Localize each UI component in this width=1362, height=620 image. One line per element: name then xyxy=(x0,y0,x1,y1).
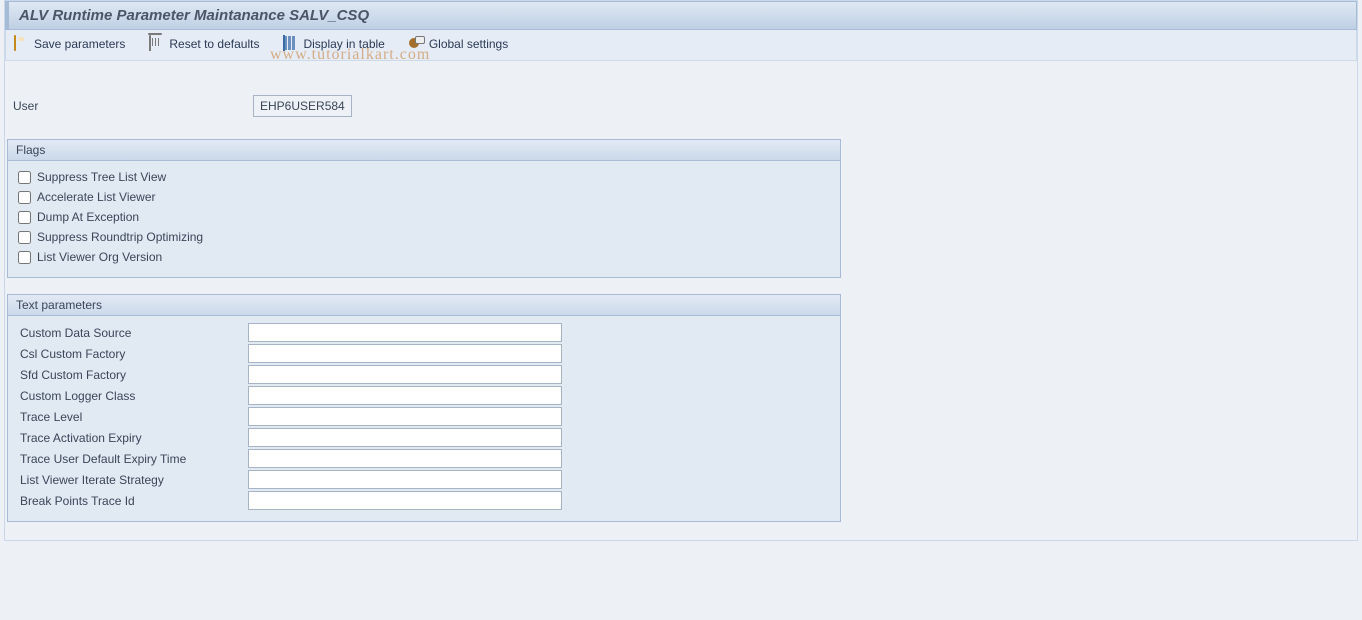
param-label: Csl Custom Factory xyxy=(18,347,248,361)
accelerate-list-viewer-checkbox[interactable] xyxy=(18,191,31,204)
flag-label: Dump At Exception xyxy=(37,210,139,224)
text-parameters-title: Text parameters xyxy=(8,295,840,316)
page-title-text: ALV Runtime Parameter Maintanance SALV_C… xyxy=(19,7,369,24)
trace-level-input[interactable] xyxy=(248,407,562,426)
param-label: Custom Data Source xyxy=(18,326,248,340)
flags-title: Flags xyxy=(8,140,840,161)
text-parameters-group: Text parameters Custom Data Source Csl C… xyxy=(7,294,841,522)
param-label: Trace Level xyxy=(18,410,248,424)
param-label: Break Points Trace Id xyxy=(18,494,248,508)
trace-user-default-expiry-time-input[interactable] xyxy=(248,449,562,468)
list-viewer-iterate-strategy-input[interactable] xyxy=(248,470,562,489)
global-settings-label: Global settings xyxy=(429,37,508,51)
global-settings-button[interactable]: Global settings xyxy=(405,34,512,54)
display-in-table-label: Display in table xyxy=(303,37,384,51)
flag-label: Suppress Roundtrip Optimizing xyxy=(37,230,203,244)
param-label: Sfd Custom Factory xyxy=(18,368,248,382)
user-label: User xyxy=(13,99,253,113)
custom-data-source-input[interactable] xyxy=(248,323,562,342)
csl-custom-factory-input[interactable] xyxy=(248,344,562,363)
sfd-custom-factory-input[interactable] xyxy=(248,365,562,384)
trash-icon xyxy=(149,35,151,51)
toolbar: Save parameters Reset to defaults Displa… xyxy=(5,30,1357,61)
content-area: User EHP6USER584 Flags Suppress Tree Lis… xyxy=(5,61,1357,540)
flags-group: Flags Suppress Tree List View Accelerate… xyxy=(7,139,841,278)
table-icon xyxy=(283,35,285,51)
custom-logger-class-input[interactable] xyxy=(248,386,562,405)
save-icon xyxy=(14,35,16,51)
param-label: Trace Activation Expiry xyxy=(18,431,248,445)
page-title: ALV Runtime Parameter Maintanance SALV_C… xyxy=(5,1,1357,30)
reset-defaults-button[interactable]: Reset to defaults xyxy=(145,34,263,54)
reset-defaults-label: Reset to defaults xyxy=(169,37,259,51)
save-parameters-button[interactable]: Save parameters xyxy=(10,34,129,54)
flag-label: Suppress Tree List View xyxy=(37,170,166,184)
flag-label: List Viewer Org Version xyxy=(37,250,162,264)
user-row: User EHP6USER584 xyxy=(13,95,1355,117)
display-in-table-button[interactable]: Display in table xyxy=(279,34,388,54)
break-points-trace-id-input[interactable] xyxy=(248,491,562,510)
flag-label: Accelerate List Viewer xyxy=(37,190,156,204)
suppress-roundtrip-optimizing-checkbox[interactable] xyxy=(18,231,31,244)
save-parameters-label: Save parameters xyxy=(34,37,125,51)
param-label: Custom Logger Class xyxy=(18,389,248,403)
param-label: Trace User Default Expiry Time xyxy=(18,452,248,466)
user-value: EHP6USER584 xyxy=(253,95,352,117)
trace-activation-expiry-input[interactable] xyxy=(248,428,562,447)
param-label: List Viewer Iterate Strategy xyxy=(18,473,248,487)
dump-at-exception-checkbox[interactable] xyxy=(18,211,31,224)
list-viewer-org-version-checkbox[interactable] xyxy=(18,251,31,264)
suppress-tree-list-view-checkbox[interactable] xyxy=(18,171,31,184)
